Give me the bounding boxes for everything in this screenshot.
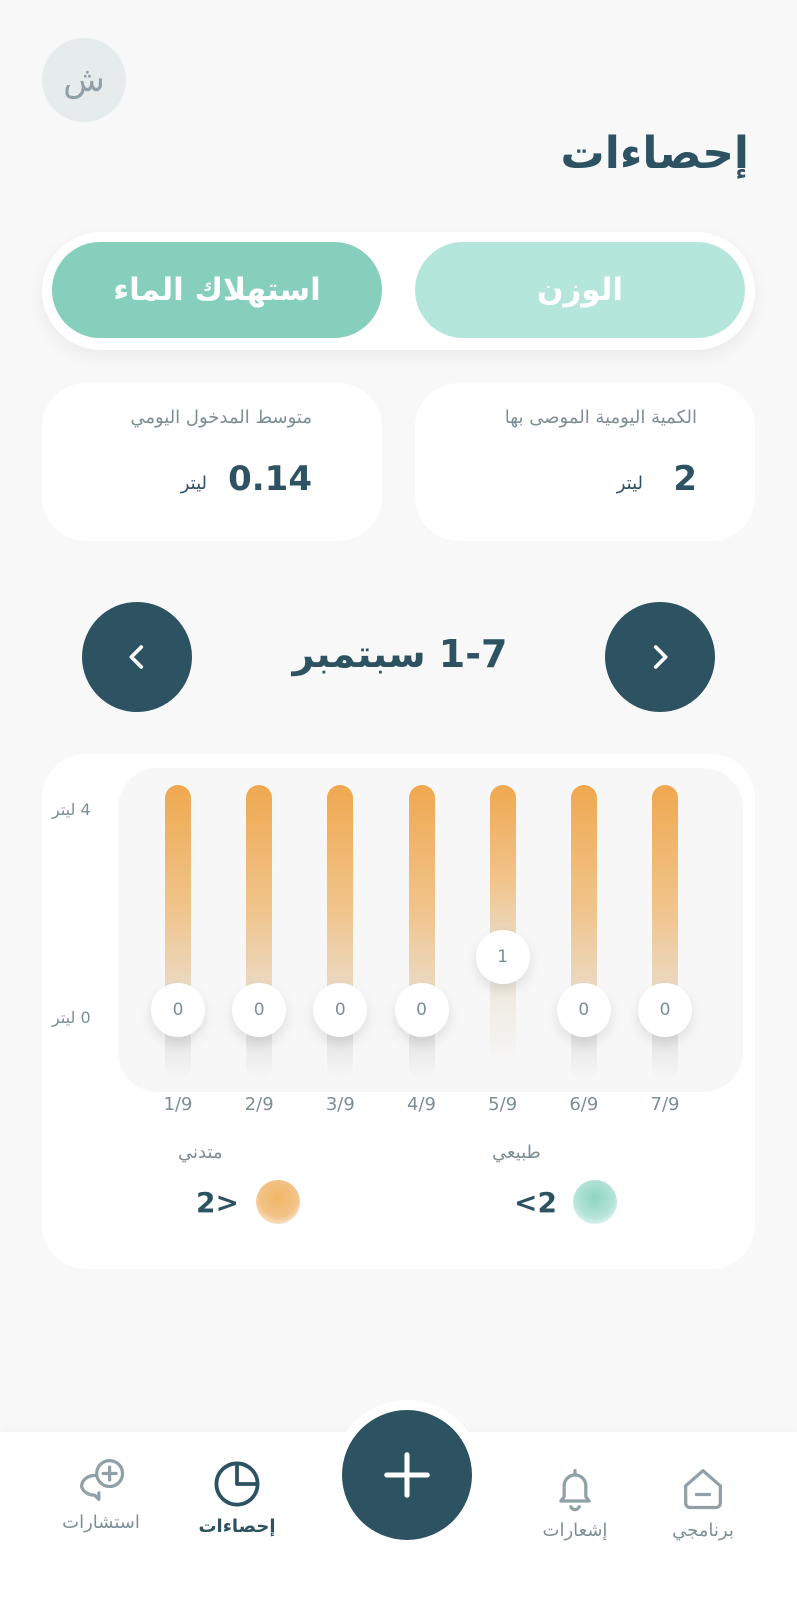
- home-icon: [684, 1469, 722, 1510]
- legend-normal-title: طبيعي: [492, 1142, 541, 1163]
- plus-icon: [384, 1452, 430, 1498]
- page-title: إحصاءات: [560, 128, 749, 179]
- value-bubble[interactable]: 0: [151, 983, 205, 1037]
- nav-consultations-label: استشارات: [62, 1512, 140, 1533]
- nav-notifications[interactable]: إشعارات: [510, 1462, 640, 1541]
- avatar[interactable]: ش: [42, 38, 126, 122]
- nav-program[interactable]: برنامجي: [638, 1462, 768, 1541]
- nav-statistics[interactable]: إحصاءات: [172, 1458, 302, 1537]
- value-bubble[interactable]: 0: [394, 983, 449, 1037]
- bar-3/9: [327, 785, 354, 1010]
- legend-low-title: متدني: [178, 1142, 223, 1163]
- bar-6/9: [570, 785, 597, 1010]
- recommended-amount-label: الكمية اليومية الموصى بها: [504, 407, 697, 428]
- bar-7/9: [652, 785, 678, 1010]
- legend-normal-value: <2: [514, 1186, 557, 1219]
- nav-statistics-label: إحصاءات: [198, 1516, 276, 1537]
- bar-4/9: [408, 785, 435, 1010]
- nav-consultations[interactable]: استشارات: [36, 1454, 166, 1533]
- chat-add-icon: [79, 1459, 125, 1501]
- average-intake-card: متوسط المدخول اليومي 0.14 ليتر: [42, 383, 382, 541]
- bar-1/9: [165, 785, 191, 1010]
- tab-weight[interactable]: الوزن: [415, 242, 745, 338]
- previous-week-button[interactable]: [82, 602, 192, 712]
- y-tick-max: 4 ليتر: [52, 800, 91, 819]
- pie-chart-icon: [214, 1461, 260, 1507]
- x-tick-label: 1/9: [163, 1094, 193, 1115]
- value-bubble[interactable]: 1: [475, 930, 530, 984]
- x-tick-label: 6/9: [569, 1094, 599, 1115]
- week-range-label: 1-7 سبتمبر: [292, 632, 508, 676]
- value-bubble[interactable]: 0: [232, 983, 287, 1037]
- average-intake-unit: ليتر: [180, 473, 207, 494]
- bar-2/9: [246, 785, 273, 1010]
- tab-water-consumption[interactable]: استهلاك الماء: [52, 242, 382, 338]
- add-button[interactable]: [342, 1410, 472, 1540]
- chevron-left-icon: [129, 645, 144, 669]
- y-tick-min: 0 ليتر: [52, 1008, 91, 1027]
- value-bubble[interactable]: 0: [556, 983, 611, 1037]
- nav-notifications-label: إشعارات: [542, 1520, 608, 1541]
- nav-program-label: برنامجي: [672, 1520, 734, 1541]
- recommended-amount-unit: ليتر: [616, 473, 643, 494]
- bar-shadow: [489, 971, 516, 1064]
- chevron-right-icon: [653, 645, 668, 669]
- segmented-tabs: الوزن استهلاك الماء: [42, 232, 755, 350]
- value-bubble[interactable]: 0: [638, 983, 692, 1037]
- x-tick-label: 2/9: [244, 1094, 274, 1115]
- x-tick-label: 3/9: [325, 1094, 355, 1115]
- recommended-amount-value: 2: [673, 459, 697, 499]
- legend-low-value: 2>: [196, 1186, 239, 1219]
- value-bubble[interactable]: 0: [313, 983, 368, 1037]
- legend-low-dot: [256, 1180, 300, 1224]
- bell-icon: [559, 1469, 591, 1512]
- next-week-button[interactable]: [605, 602, 715, 712]
- x-tick-label: 5/9: [488, 1094, 518, 1115]
- x-tick-label: 4/9: [407, 1094, 436, 1115]
- average-intake-label: متوسط المدخول اليومي: [130, 407, 312, 428]
- average-intake-value: 0.14: [228, 459, 312, 499]
- x-tick-label: 7/9: [650, 1094, 680, 1115]
- legend-normal-dot: [573, 1180, 617, 1224]
- recommended-amount-card: الكمية اليومية الموصى بها 2 ليتر: [415, 383, 755, 541]
